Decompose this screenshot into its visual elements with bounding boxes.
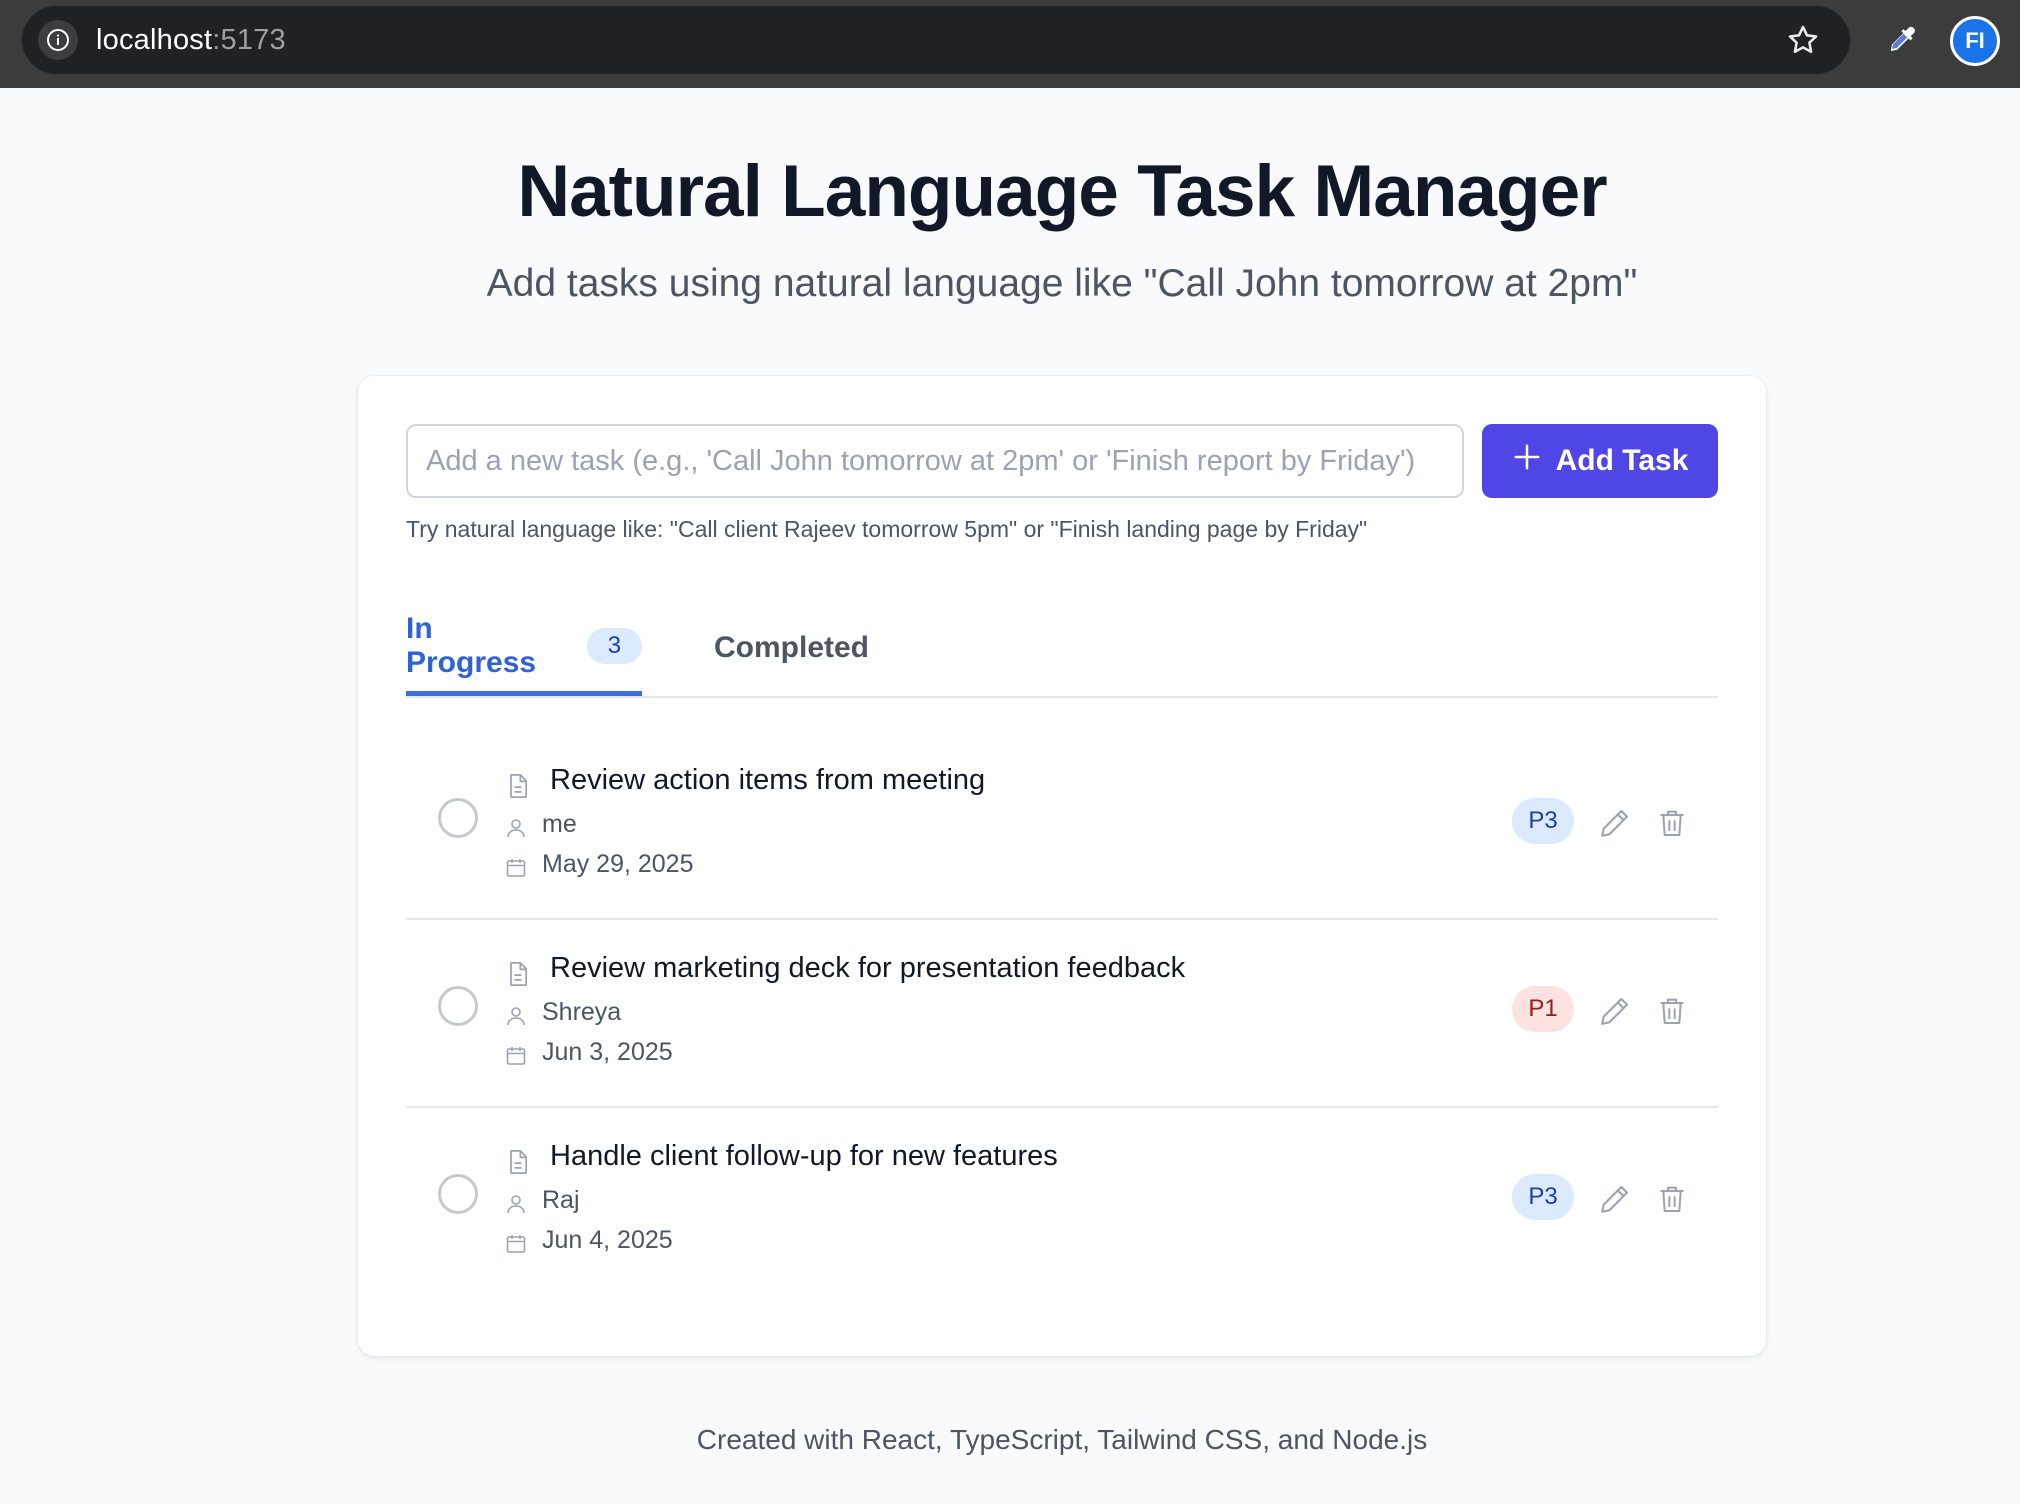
pencil-icon[interactable] (1598, 1182, 1632, 1221)
add-task-button[interactable]: Add Task (1482, 424, 1718, 498)
tab-in-progress-label: In Progress (406, 611, 537, 679)
url-host: localhost (96, 24, 213, 56)
calendar-icon (504, 1232, 528, 1261)
calendar-icon (504, 856, 528, 885)
task-row: Review action items from meeting me May … (406, 732, 1718, 920)
trash-icon[interactable] (1656, 1182, 1688, 1221)
info-icon[interactable] (38, 20, 78, 60)
add-task-label: Add Task (1555, 444, 1689, 477)
task-input[interactable] (406, 424, 1464, 498)
trash-icon[interactable] (1656, 806, 1688, 845)
complete-checkbox[interactable] (438, 1174, 478, 1214)
input-hint: Try natural language like: "Call client … (406, 516, 1368, 542)
task-assignee: Raj (542, 1186, 580, 1214)
document-icon (504, 1146, 532, 1183)
tab-count-badge: 3 (586, 627, 642, 664)
pencil-icon[interactable] (1598, 806, 1632, 845)
task-due-date: Jun 4, 2025 (542, 1226, 673, 1254)
page-subtitle: Add tasks using natural language like "C… (486, 262, 1638, 305)
task-title: Review marketing deck for presentation f… (550, 952, 1186, 984)
url-text[interactable]: localhost:5173 (96, 24, 286, 57)
task-row: Handle client follow-up for new features… (406, 1108, 1718, 1294)
calendar-icon (504, 1044, 528, 1073)
task-card: Add Task Try natural language like: "Cal… (358, 376, 1766, 1356)
status-tabs: In Progress 3 Completed (406, 600, 1718, 698)
footer-credits: Created with React, TypeScript, Tailwind… (696, 1424, 1428, 1455)
tab-completed[interactable]: Completed (714, 600, 869, 696)
trash-icon[interactable] (1656, 994, 1688, 1033)
user-icon (504, 1004, 528, 1033)
user-icon (504, 1192, 528, 1221)
task-list: Review action items from meeting me May … (406, 732, 1718, 1294)
priority-badge: P3 (1512, 1174, 1574, 1220)
user-icon (504, 816, 528, 845)
task-assignee: me (542, 810, 577, 838)
task-due-date: Jun 3, 2025 (542, 1038, 673, 1066)
pencil-icon[interactable] (1598, 994, 1632, 1033)
task-due-date: May 29, 2025 (542, 850, 694, 878)
complete-checkbox[interactable] (438, 798, 478, 838)
task-title: Review action items from meeting (550, 764, 986, 796)
tab-in-progress[interactable]: In Progress 3 (406, 600, 642, 696)
task-assignee: Shreya (542, 998, 622, 1026)
extension-avatar[interactable]: FI (1950, 16, 2000, 66)
document-icon (504, 958, 532, 995)
page-title: Natural Language Task Manager (517, 151, 1607, 232)
task-row: Review marketing deck for presentation f… (406, 920, 1718, 1108)
priority-badge: P3 (1512, 798, 1574, 844)
document-icon (504, 770, 532, 807)
complete-checkbox[interactable] (438, 986, 478, 1026)
star-icon[interactable] (1786, 23, 1820, 62)
browser-toolbar: localhost:5173 FI (0, 0, 2020, 88)
plus-icon (1512, 442, 1542, 480)
url-port: :5173 (212, 24, 286, 56)
priority-badge: P1 (1512, 986, 1574, 1032)
address-bar[interactable]: localhost:5173 (22, 6, 1850, 74)
task-title: Handle client follow-up for new features (550, 1140, 1058, 1172)
eyedropper-icon[interactable] (1884, 20, 1920, 63)
